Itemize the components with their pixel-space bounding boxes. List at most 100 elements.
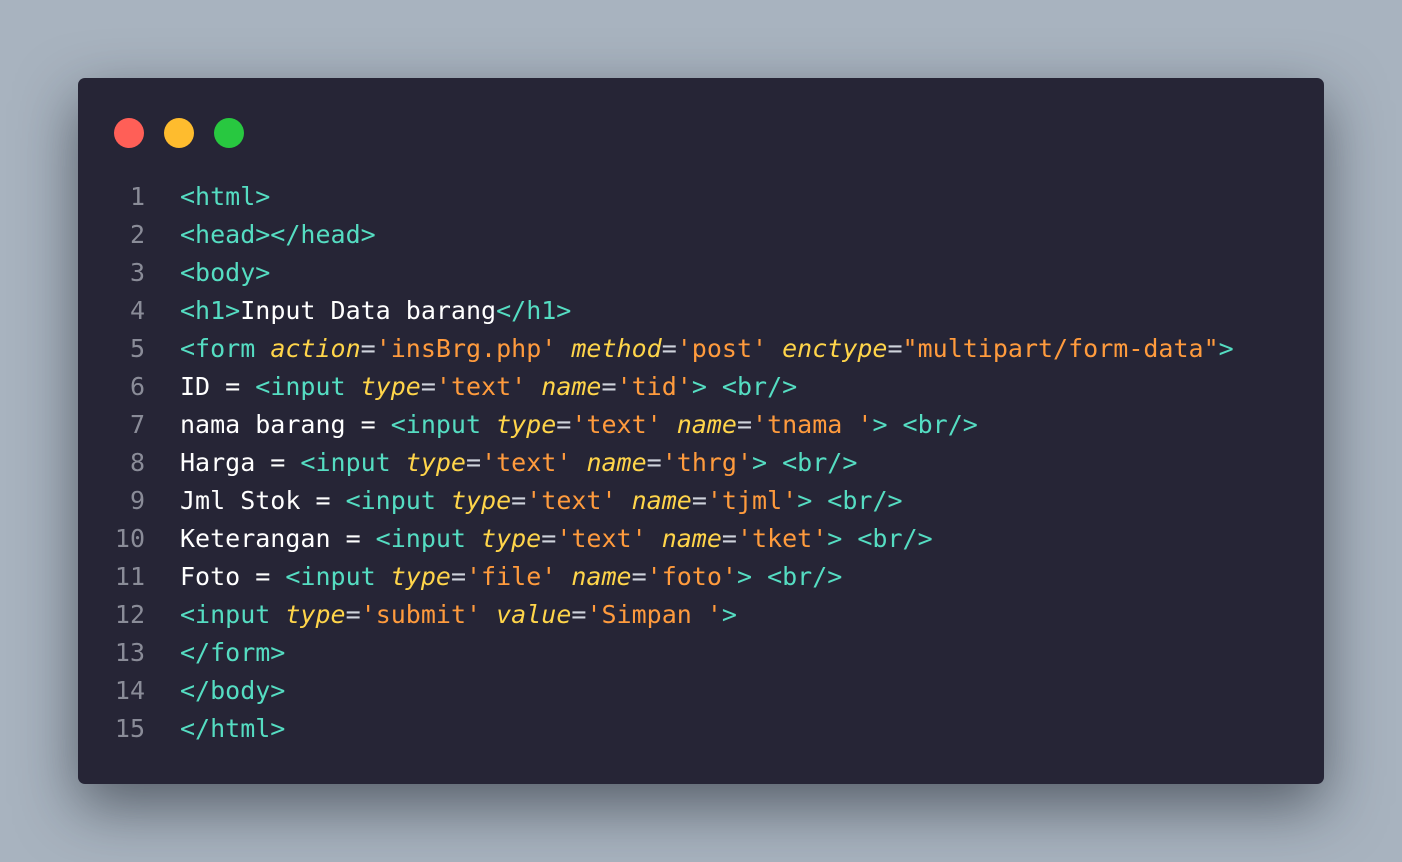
token-punct: = [450, 562, 466, 591]
code-line: 14 </body> [78, 672, 1324, 710]
line-content: <head></head> [180, 216, 376, 254]
line-content: </form> [180, 634, 285, 672]
token-attr: name [631, 486, 692, 515]
code-line: 4 <h1>Input Data barang</h1> [78, 292, 1324, 330]
line-number: 1 [129, 182, 145, 211]
token-attr: type [285, 600, 346, 629]
token-attr: name [571, 562, 632, 591]
token-string: 'tket' [736, 524, 828, 553]
token-string: 'insBrg.php' [375, 334, 557, 363]
code-line: 3 <body> [78, 254, 1324, 292]
token-tag: <input [255, 372, 361, 401]
token-attr: type [360, 372, 421, 401]
token-tag: > <br/> [752, 448, 858, 477]
token-attr: name [661, 524, 722, 553]
line-number: 10 [114, 524, 145, 553]
code-line: 12 <input type='submit' value='Simpan '> [78, 596, 1324, 634]
token-punct: = [420, 372, 436, 401]
token-text: Harga = [180, 448, 301, 477]
token-tag: </html> [180, 714, 286, 743]
token-string: 'thrg' [661, 448, 753, 477]
token-attr: type [405, 448, 466, 477]
token-attr: method [571, 334, 662, 363]
token-punct: = [721, 524, 737, 553]
token-string: 'tjml' [706, 486, 798, 515]
token-tag: > <br/> [827, 524, 933, 553]
window-controls [114, 118, 244, 148]
code-line: 8 Harga = <input type='text' name='thrg'>… [78, 444, 1324, 482]
token-punct: = [661, 334, 677, 363]
line-number: 3 [129, 258, 145, 287]
token-string: 'text' [526, 486, 617, 515]
line-number: 13 [114, 638, 145, 667]
token-string: 'text' [481, 448, 572, 477]
token-tag: <form [180, 334, 271, 363]
line-content: <input type='submit' value='Simpan '> [180, 596, 737, 634]
token-tag: > <br/> [797, 486, 903, 515]
token-attr: name [541, 372, 602, 401]
token-tag: > <br/> [736, 562, 843, 591]
token-attr: action [270, 334, 361, 363]
token-tag: > <br/> [872, 410, 978, 439]
line-content: Harga = <input type='text' name='thrg'> … [180, 444, 857, 482]
token-tag: <input [375, 524, 482, 553]
line-content: </body> [180, 672, 285, 710]
line-content: <html> [180, 178, 270, 216]
token-text: Keterangan = [180, 524, 376, 553]
close-dot[interactable] [114, 118, 144, 148]
token-tag: > [1218, 334, 1234, 363]
token-text: Foto = [180, 562, 286, 591]
token-attr: name [676, 410, 737, 439]
line-number: 2 [129, 220, 145, 249]
token-tag: <input [180, 600, 286, 629]
token-punct: = [646, 448, 662, 477]
line-content: <body> [180, 254, 270, 292]
token-punct: = [601, 372, 617, 401]
token-string: 'submit' [360, 600, 482, 629]
token-text: nama barang = [180, 410, 391, 439]
token-tag: > <br/> [691, 372, 798, 401]
token-punct: = [556, 410, 572, 439]
token-tag: </h1> [496, 296, 572, 325]
token-string: 'text' [556, 524, 647, 553]
token-string: 'post' [676, 334, 768, 363]
token-tag: </body> [180, 676, 286, 705]
code-line: 1 <html> [78, 178, 1324, 216]
token-string: 'text' [435, 372, 527, 401]
line-number: 8 [129, 448, 145, 477]
token-punct: = [541, 524, 557, 553]
token-attr: name [586, 448, 647, 477]
code-block: 1 <html> 2 <head></head> 3 <body> 4 <h1>Input D… [78, 178, 1324, 748]
token-tag: <input [390, 410, 497, 439]
line-number: 15 [114, 714, 145, 743]
token-tag: > [721, 600, 737, 629]
token-punct: = [736, 410, 753, 439]
token-string: 'text' [571, 410, 662, 439]
line-content: Foto = <input type='file' name='foto'> <… [180, 558, 842, 596]
line-content: nama barang = <input type='text' name='t… [180, 406, 978, 444]
token-text: ID = [180, 372, 256, 401]
code-line: 6 ID = <input type='text' name='tid'> <br… [78, 368, 1324, 406]
token-text: Input Data barang [240, 296, 497, 325]
token-attr: type [481, 524, 542, 553]
token-punct: = [571, 600, 587, 629]
token-tag: </form> [180, 638, 286, 667]
token-punct: = [345, 600, 361, 629]
line-number: 12 [114, 600, 145, 629]
token-tag: <h1> [180, 296, 241, 325]
token-string: 'foto' [646, 562, 737, 591]
token-punct: = [466, 448, 482, 477]
token-string: 'Simpan ' [586, 600, 722, 629]
code-line: 2 <head></head> [78, 216, 1324, 254]
line-number: 7 [129, 410, 145, 439]
maximize-dot[interactable] [214, 118, 244, 148]
line-number: 4 [129, 296, 145, 325]
minimize-dot[interactable] [164, 118, 194, 148]
line-number: 14 [114, 676, 145, 705]
